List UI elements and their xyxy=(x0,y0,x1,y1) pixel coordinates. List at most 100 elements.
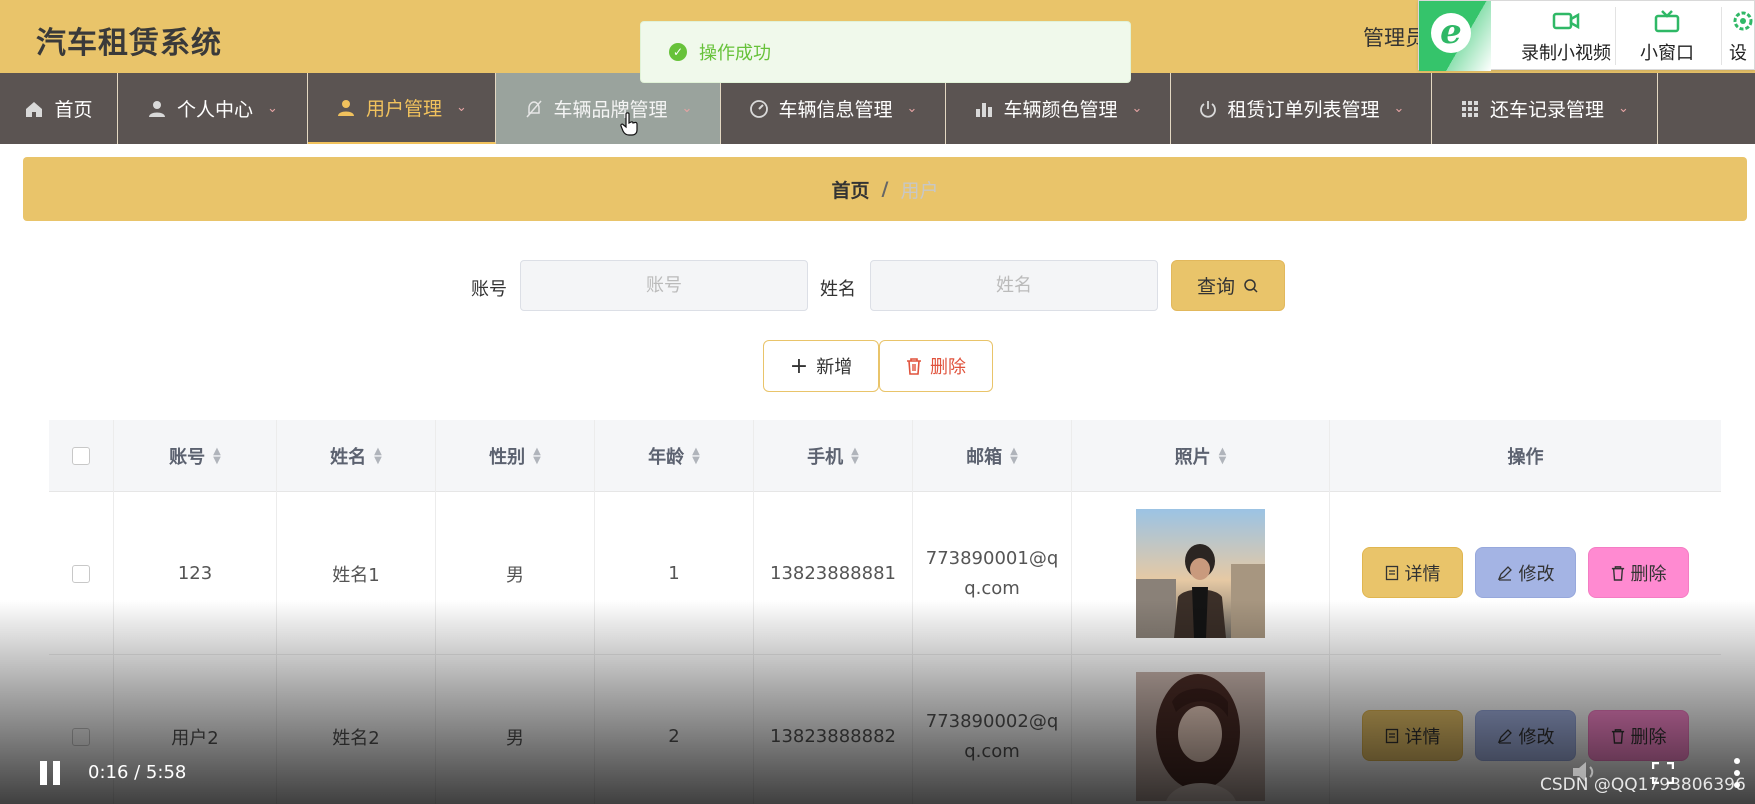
column-header-name[interactable]: 姓名 ▲ ▼ xyxy=(277,420,436,492)
search-icon xyxy=(1244,278,1258,293)
cell-age: 2 xyxy=(595,655,754,804)
cell-email: 773890001@qq.com xyxy=(913,492,1072,655)
column-header-photo[interactable]: 照片 ▲ ▼ xyxy=(1072,420,1330,492)
settings-label: 设 xyxy=(1729,43,1747,64)
chevron-down-icon: ⌄ xyxy=(267,101,278,116)
cell-email: 773890002@qq.com xyxy=(913,655,1072,804)
cell-gender: 男 xyxy=(436,492,595,655)
user-photo[interactable] xyxy=(1136,672,1265,801)
record-video-label: 录制小视频 xyxy=(1521,43,1611,64)
tv-icon xyxy=(1654,10,1680,33)
column-header-gender[interactable]: 性别 ▲ ▼ xyxy=(436,420,595,492)
cell-gender: 男 xyxy=(436,655,595,804)
pause-icon xyxy=(40,761,47,785)
name-label: 姓名 xyxy=(820,279,856,300)
detail-label: 详情 xyxy=(1404,726,1441,748)
table-row: 用户2 姓名2 男 2 13823888882 773890002@qq.com… xyxy=(49,655,1721,804)
nav-label: 车辆品牌管理 xyxy=(553,99,668,121)
batch-delete-button[interactable]: 删除 xyxy=(879,340,993,392)
column-label: 照片 xyxy=(1174,447,1211,468)
browser-float-toolbar: e 录制小视频 小窗口 设 xyxy=(1418,0,1755,71)
gauge-icon xyxy=(749,99,768,118)
detail-label: 详情 xyxy=(1404,563,1441,585)
document-icon xyxy=(1385,728,1398,743)
account-search-input[interactable] xyxy=(520,260,808,311)
column-label: 姓名 xyxy=(330,447,367,468)
add-button[interactable]: + 新增 xyxy=(763,340,879,392)
sort-icon[interactable]: ▲ ▼ xyxy=(533,447,541,466)
sort-icon[interactable]: ▲ ▼ xyxy=(374,447,382,466)
nav-item-vehicle-info-management[interactable]: 车辆信息管理 ⌄ xyxy=(721,73,946,144)
chevron-down-icon: ⌄ xyxy=(1618,101,1629,116)
pause-icon xyxy=(53,761,60,785)
plus-icon: + xyxy=(789,353,809,379)
trash-icon xyxy=(1611,728,1624,744)
pause-button[interactable] xyxy=(40,761,60,785)
add-label: 新增 xyxy=(816,357,853,378)
toolbar-divider xyxy=(1615,7,1616,65)
nav-item-user-management[interactable]: 用户管理 ⌄ xyxy=(308,73,496,144)
delete-label: 删除 xyxy=(1630,563,1667,585)
sort-icon[interactable]: ▲ ▼ xyxy=(1010,447,1018,466)
cell-phone: 13823888881 xyxy=(754,492,913,655)
nav-item-brand-management[interactable]: 车辆品牌管理 ⌄ xyxy=(496,73,721,144)
select-all-checkbox[interactable] xyxy=(72,447,90,465)
nav-item-return-record-management[interactable]: 还车记录管理 ⌄ xyxy=(1432,73,1658,144)
bar-chart-icon xyxy=(975,102,992,117)
grid-icon xyxy=(1462,100,1479,117)
document-icon xyxy=(1385,565,1398,580)
delete-button[interactable]: 删除 xyxy=(1588,710,1689,761)
edit-icon xyxy=(1497,565,1512,581)
nav-label: 首页 xyxy=(54,99,93,121)
row-checkbox[interactable] xyxy=(72,564,90,583)
column-label: 账号 xyxy=(169,447,206,468)
breadcrumb-separator: / xyxy=(881,178,889,200)
user-icon xyxy=(338,99,355,116)
app-title: 汽车租赁系统 xyxy=(36,26,222,61)
select-all-cell xyxy=(49,420,114,492)
column-header-age[interactable]: 年龄 ▲ ▼ xyxy=(595,420,754,492)
admin-label[interactable]: 管理员 xyxy=(1363,22,1426,52)
delete-button[interactable]: 删除 xyxy=(1588,547,1689,598)
edit-button[interactable]: 修改 xyxy=(1475,710,1576,761)
detail-button[interactable]: 详情 xyxy=(1362,710,1463,761)
hand-cursor-icon xyxy=(620,112,638,136)
column-header-phone[interactable]: 手机 ▲ ▼ xyxy=(754,420,913,492)
nav-item-personal-center[interactable]: 个人中心 ⌄ xyxy=(118,73,308,144)
settings-button[interactable]: 设 xyxy=(1725,1,1755,71)
browser-logo-icon[interactable]: e xyxy=(1419,1,1491,71)
main-navbar: 首页 个人中心 ⌄ 用户管理 ⌄ 车辆品牌管理 ⌄ 车辆信息管理 ⌄ 车辆颜色管… xyxy=(0,73,1755,144)
nav-item-home[interactable]: 首页 xyxy=(0,73,118,144)
row-checkbox[interactable] xyxy=(72,727,90,746)
column-header-email[interactable]: 邮箱 ▲ ▼ xyxy=(913,420,1072,492)
column-header-account[interactable]: 账号 ▲ ▼ xyxy=(114,420,277,492)
cell-name: 姓名1 xyxy=(277,492,436,655)
nav-item-rental-order-management[interactable]: 租赁订单列表管理 ⌄ xyxy=(1171,73,1432,144)
mini-window-button[interactable]: 小窗口 xyxy=(1617,1,1717,71)
sort-icon[interactable]: ▲ ▼ xyxy=(851,447,859,466)
query-button[interactable]: 查询 xyxy=(1171,260,1285,311)
breadcrumb-home[interactable]: 首页 xyxy=(832,176,870,203)
toolbar-divider xyxy=(1721,7,1722,65)
delete-label: 删除 xyxy=(930,357,966,378)
nav-label: 个人中心 xyxy=(177,99,254,121)
nav-item-vehicle-color-management[interactable]: 车辆颜色管理 ⌄ xyxy=(946,73,1171,144)
edit-label: 修改 xyxy=(1518,563,1555,585)
breadcrumb-current: 用户 xyxy=(900,179,939,202)
chevron-down-icon: ⌄ xyxy=(1393,101,1405,116)
email-text: 773890001@qq.com xyxy=(925,547,1059,599)
detail-button[interactable]: 详情 xyxy=(1362,547,1463,598)
sort-icon[interactable]: ▲ ▼ xyxy=(692,447,700,466)
nav-label: 车辆信息管理 xyxy=(778,99,893,121)
chevron-down-icon: ⌄ xyxy=(456,100,467,115)
user-photo[interactable] xyxy=(1136,509,1265,638)
sort-icon[interactable]: ▲ ▼ xyxy=(1219,447,1227,466)
record-video-button[interactable]: 录制小视频 xyxy=(1501,1,1631,71)
edit-button[interactable]: 修改 xyxy=(1475,547,1576,598)
name-search-input[interactable] xyxy=(870,260,1158,311)
cell-photo xyxy=(1072,492,1330,655)
watermark-text: CSDN @QQ1793806396 xyxy=(1540,775,1746,795)
cell-account: 123 xyxy=(114,492,277,655)
sort-icon[interactable]: ▲ ▼ xyxy=(213,447,221,466)
row-select-cell xyxy=(49,492,114,655)
